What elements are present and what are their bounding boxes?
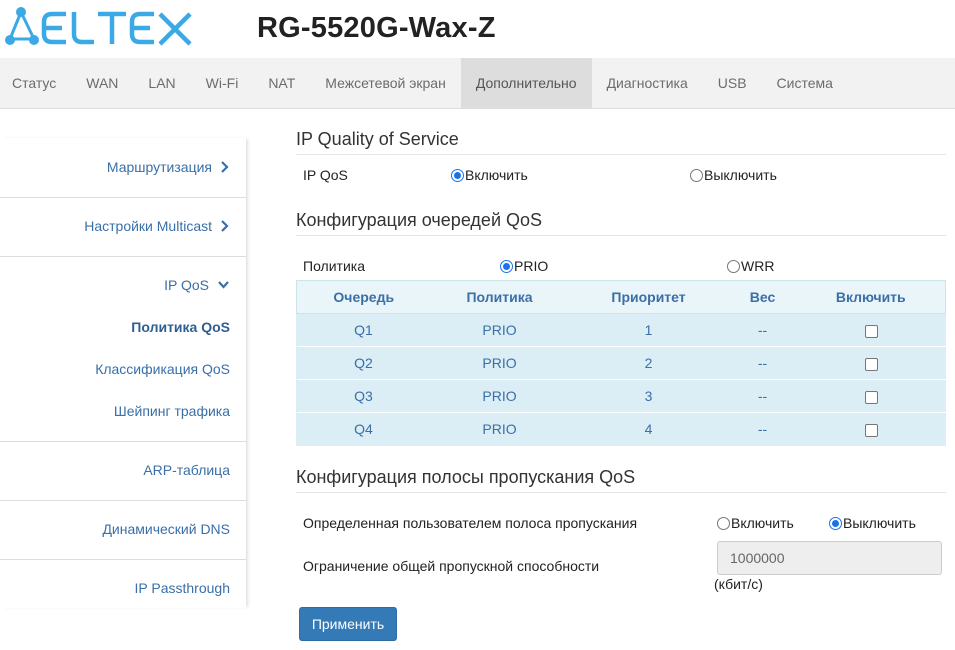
eltex-logo [5,7,192,46]
sidebar-item-ddns[interactable]: Динамический DNS [102,521,230,537]
sidebar-item-arp[interactable]: ARP-таблица [143,462,230,478]
weight-cell: -- [728,379,797,413]
apply-button[interactable]: Применить [299,607,397,641]
enable-checkbox[interactable] [864,324,878,338]
tab-diagnostics[interactable]: Диагностика [592,58,703,108]
divider [0,197,246,198]
priority-cell: 4 [568,412,729,446]
chevron-right-icon [221,220,229,232]
table-row: Q2 PRIO 2 -- [296,346,946,380]
radio-label: WRR [741,258,775,274]
policy-prio-radio[interactable]: PRIO [500,258,548,274]
column-header: Политика [430,280,569,314]
header: RG-5520G-Wax-Z [0,0,955,58]
tab-firewall[interactable]: Межсетевой экран [310,58,461,108]
radio-label: Включить [731,515,794,531]
radio-label: PRIO [514,258,549,274]
enable-cell [796,379,946,413]
weight-cell: -- [728,346,797,380]
policy-cell: PRIO [430,346,569,380]
radio-checked-icon [500,259,513,273]
radio-unchecked-icon [690,168,703,182]
sidebar-subitem-qos-policy[interactable]: Политика QoS [131,319,230,335]
bandwidth-disable-radio[interactable]: Выключить [829,515,916,531]
column-header: Очередь [296,280,431,314]
chevron-down-icon [218,281,229,289]
sidebar-item-ipqos[interactable]: IP QoS [164,277,230,293]
tab-status[interactable]: Статус [0,58,71,108]
section-title-bandwidth: Конфигурация полосы пропускания QoS [296,467,946,493]
queue-cell: Q4 [296,412,431,446]
model-title: RG-5520G-Wax-Z [257,12,496,44]
bandwidth-unit: (кбит/с) [714,576,763,592]
tab-usb[interactable]: USB [703,58,762,108]
policy-label: Политика [303,258,365,274]
enable-checkbox[interactable] [864,424,878,438]
radio-checked-icon [829,516,842,530]
sidebar: Маршрутизация Настройки Multicast IP QoS… [0,138,246,608]
sidebar-subitem-shaping[interactable]: Шейпинг трафика [114,403,230,419]
weight-cell: -- [728,412,797,446]
column-header: Включить [796,280,946,314]
enable-cell [796,412,946,446]
tab-system[interactable]: Система [762,58,848,108]
sidebar-item-routing[interactable]: Маршрутизация [107,159,230,175]
column-header: Приоритет [568,280,729,314]
top-nav: Статус WAN LAN Wi-Fi NAT Межсетевой экра… [0,58,955,109]
ipqos-disable-radio[interactable]: Выключить [690,167,777,183]
ipqos-enable-radio[interactable]: Включить [451,167,528,183]
sidebar-item-label: Маршрутизация [106,159,212,175]
divider [0,559,246,560]
enable-cell [796,346,946,380]
bandwidth-limit-label: Ограничение общей пропускной способности [303,558,600,574]
priority-cell: 3 [568,379,729,413]
queue-cell: Q3 [296,379,431,413]
sidebar-item-label: IP QoS [164,277,209,293]
policy-cell: PRIO [430,412,569,446]
enable-cell [796,313,946,347]
bandwidth-enable-radio[interactable]: Включить [717,515,794,531]
user-bandwidth-label: Определенная пользователем полоса пропус… [303,515,638,531]
divider [0,441,246,442]
table-row: Q4 PRIO 4 -- [296,412,946,446]
divider [0,256,246,257]
queue-cell: Q1 [296,313,431,347]
policy-cell: PRIO [430,313,569,347]
queue-table: Очередь Политика Приоритет Вес Включить … [296,280,946,446]
tab-lan[interactable]: LAN [133,58,190,108]
sidebar-item-passthrough[interactable]: IP Passthrough [135,580,230,596]
tab-wan[interactable]: WAN [71,58,133,108]
tab-wifi[interactable]: Wi-Fi [191,58,254,108]
policy-wrr-radio[interactable]: WRR [727,258,774,274]
radio-label: Выключить [704,167,777,183]
radio-unchecked-icon [717,516,730,530]
bandwidth-limit-input[interactable]: 1000000 [717,541,942,575]
table-row: Q3 PRIO 3 -- [296,379,946,413]
tab-nat[interactable]: NAT [253,58,310,108]
enable-checkbox[interactable] [864,390,878,404]
sidebar-subitem-qos-classification[interactable]: Классификация QoS [95,361,230,377]
queue-cell: Q2 [296,346,431,380]
section-title-queue-config: Конфигурация очередей QoS [296,210,946,236]
chevron-right-icon [221,161,229,173]
priority-cell: 2 [568,346,729,380]
tab-advanced[interactable]: Дополнительно [460,58,592,108]
ipqos-label: IP QoS [303,167,348,183]
radio-label: Включить [465,167,528,183]
section-title-ipqos: IP Quality of Service [296,129,946,155]
radio-label: Выключить [843,515,916,531]
policy-cell: PRIO [430,379,569,413]
divider [0,500,246,501]
radio-unchecked-icon [727,259,740,273]
priority-cell: 1 [568,313,729,347]
sidebar-item-multicast[interactable]: Настройки Multicast [84,218,230,234]
weight-cell: -- [728,313,797,347]
table-header-row: Очередь Политика Приоритет Вес Включить [296,280,946,314]
enable-checkbox[interactable] [864,357,878,371]
sidebar-item-label: Настройки Multicast [84,218,212,234]
column-header: Вес [728,280,797,314]
radio-checked-icon [451,168,464,182]
table-row: Q1 PRIO 1 -- [296,313,946,347]
